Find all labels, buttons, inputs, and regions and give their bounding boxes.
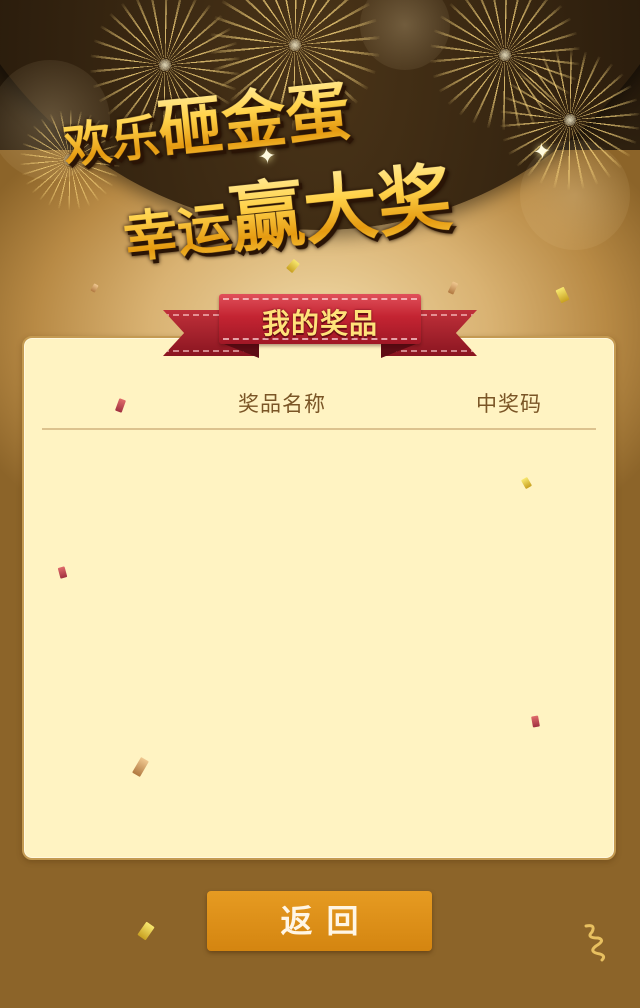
ribbon-title: 我的奖品: [261, 307, 378, 340]
sparkle-icon: ✦: [531, 138, 553, 166]
confetti-decoration: [555, 286, 570, 304]
ribbon-main: 我的奖品: [219, 294, 421, 344]
confetti-decoration: [137, 921, 155, 941]
ribbon-banner: 我的奖品: [163, 292, 477, 368]
column-header-prize-name: 奖品名称: [238, 392, 326, 416]
confetti-decoration: [90, 283, 99, 293]
banner-title-line-2-small: 幸运: [120, 195, 235, 270]
back-button[interactable]: 返回: [207, 891, 432, 951]
header-divider: [42, 428, 596, 430]
page: 欢乐砸金蛋 幸运赢大奖 ✦ ✦ 奖品名称 中奖码 我的奖品 返回: [0, 0, 640, 1008]
streamer-decoration: [584, 924, 606, 962]
banner-title-line-1-small: 欢乐: [60, 108, 163, 175]
banner-title-line-2-big: 赢大奖: [225, 154, 456, 264]
column-header-prize-code: 中奖码: [476, 392, 542, 416]
sparkle-icon: ✦: [256, 143, 278, 171]
prize-panel: 奖品名称 中奖码: [22, 336, 616, 860]
